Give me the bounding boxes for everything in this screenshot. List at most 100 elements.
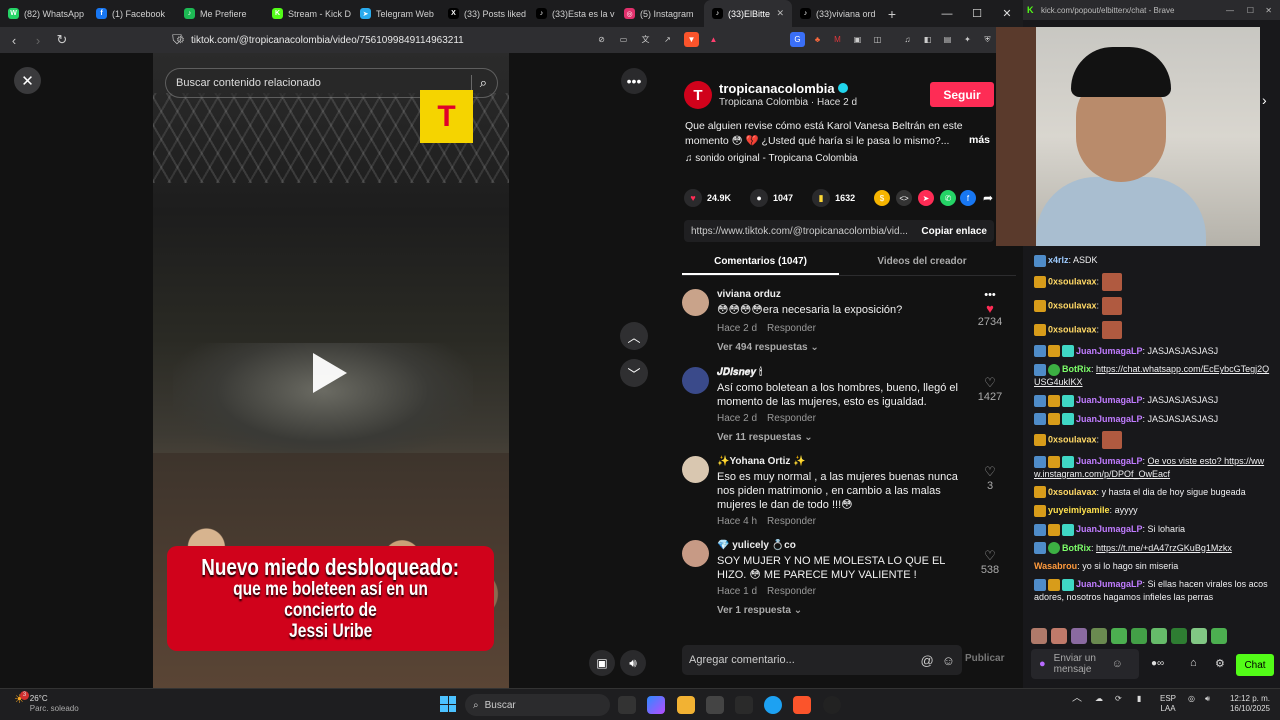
chat-username[interactable]: 0xsoulavax	[1048, 435, 1097, 445]
share-icon[interactable]: ↗	[660, 32, 675, 47]
reply-button[interactable]: Responder	[767, 586, 816, 597]
chat-username[interactable]: JuanJumagaLP	[1076, 524, 1143, 534]
comment-more-icon[interactable]: •••	[975, 289, 1005, 301]
edge-icon[interactable]	[764, 696, 782, 714]
play-icon[interactable]	[313, 353, 347, 393]
chat-username[interactable]: JuanJumagaLP	[1076, 395, 1143, 405]
more-text-link[interactable]: más	[969, 134, 990, 146]
emote[interactable]	[1091, 628, 1107, 644]
browser-tab[interactable]: f (1) Facebook	[88, 0, 176, 27]
chat-username[interactable]: Wasabrou	[1034, 561, 1077, 571]
network-icon[interactable]: ◎	[1188, 694, 1195, 704]
reply-button[interactable]: Responder	[767, 323, 816, 334]
volume-icon[interactable]: 🔊︎	[1205, 694, 1210, 704]
more-options-button[interactable]: •••	[621, 68, 647, 94]
reply-button[interactable]: Responder	[767, 516, 816, 527]
settings-icon[interactable]: ⚙	[1215, 657, 1225, 670]
extension-icon[interactable]: M	[830, 32, 845, 47]
close-window-button[interactable]: ✕	[1265, 6, 1272, 15]
back-icon[interactable]: ‹	[4, 30, 24, 50]
tray-overflow-icon[interactable]: ︿	[1072, 694, 1082, 704]
facebook-icon[interactable]: f	[960, 190, 976, 206]
floating-player-button[interactable]: ▣	[589, 650, 615, 676]
copy-link-button[interactable]: Copiar enlace	[921, 226, 987, 237]
language-indicator[interactable]: ESP LAA	[1160, 694, 1176, 714]
users-icon[interactable]: ●∞	[1151, 658, 1164, 669]
chat-username[interactable]: JuanJumagaLP	[1076, 414, 1143, 424]
comment-input[interactable]: Agregar comentario... @ ☺	[682, 645, 962, 675]
commenter-name[interactable]: viviana orduz	[717, 289, 781, 300]
browser-tab[interactable]: W (82) WhatsApp	[0, 0, 88, 27]
extension-icon[interactable]: G	[790, 32, 805, 47]
reload-icon[interactable]: ↻	[52, 30, 72, 50]
send-icon[interactable]: ➤	[918, 190, 934, 206]
chat-username[interactable]: 0xsoulavax	[1048, 324, 1097, 334]
send-chat-button[interactable]: Chat	[1236, 654, 1274, 676]
emote[interactable]	[1051, 628, 1067, 644]
chat-username[interactable]: x4rlz	[1048, 255, 1069, 265]
minimize-button[interactable]: —	[1226, 6, 1234, 15]
copilot-icon[interactable]	[647, 696, 665, 714]
previous-video-button[interactable]: ︿	[620, 322, 648, 350]
heart-icon[interactable]: ♥	[684, 189, 702, 207]
emote[interactable]	[1071, 628, 1087, 644]
wallet-icon[interactable]: ▤	[940, 32, 955, 47]
commenter-avatar[interactable]	[682, 540, 709, 567]
next-arrow-icon[interactable]: ›	[1262, 92, 1267, 108]
view-replies-button[interactable]: Ver 11 respuestas ⌄	[717, 432, 813, 443]
emote[interactable]	[1171, 628, 1187, 644]
author-avatar[interactable]: T	[684, 81, 712, 109]
heart-icon[interactable]: ♡	[975, 375, 1005, 391]
chat-username[interactable]: JuanJumagaLP	[1076, 346, 1143, 356]
chat-username[interactable]: BotRix	[1062, 364, 1091, 374]
comment-like[interactable]: ♡ 3	[975, 464, 1005, 492]
browser-tab[interactable]: ◎ (5) Instagram	[616, 0, 704, 27]
tab-creator-videos[interactable]: Videos del creador	[842, 256, 1002, 267]
chat-username[interactable]: 0xsoulavax	[1048, 300, 1097, 310]
browser-tab[interactable]: ♪ Me Prefiere	[176, 0, 264, 27]
view-replies-button[interactable]: Ver 1 respuesta ⌄	[717, 605, 802, 616]
search-icon[interactable]: ⌕	[470, 75, 487, 91]
commenter-avatar[interactable]	[682, 456, 709, 483]
browser-tab[interactable]: ➤ Telegram Web	[352, 0, 440, 27]
browser-tab[interactable]: K Stream - Kick D	[264, 0, 352, 27]
publish-button[interactable]: Publicar	[965, 653, 1004, 664]
chat-input[interactable]: ● Enviar un mensaje ☺	[1031, 649, 1139, 679]
emote[interactable]	[1111, 628, 1127, 644]
comment-like[interactable]: ••• ♥ 2734	[975, 289, 1005, 328]
maximize-button[interactable]: ☐	[1247, 6, 1254, 15]
url-field[interactable]: ⚙ tiktok.com/@tropicanacolombia/video/75…	[176, 31, 606, 49]
browser-tab[interactable]: X (33) Posts liked	[440, 0, 528, 27]
close-tab-icon[interactable]: ✕	[776, 8, 784, 19]
snipping-icon[interactable]	[735, 696, 753, 714]
start-icon[interactable]	[440, 696, 456, 712]
vpn-icon[interactable]: ⛨	[980, 32, 995, 47]
tab-comments[interactable]: Comentarios (1047)	[682, 256, 839, 275]
task-view-icon[interactable]	[618, 696, 636, 714]
share-arrow-icon[interactable]: ➦	[980, 190, 996, 206]
emote[interactable]	[1031, 628, 1047, 644]
commenter-name[interactable]: 💎 yulicely 💍co	[717, 540, 796, 551]
author-username[interactable]: tropicanacolombia	[719, 81, 848, 96]
tray-icon[interactable]: ☁	[1095, 694, 1103, 704]
taskbar-search[interactable]: ⌕ Buscar	[465, 694, 610, 716]
translate-icon[interactable]: 文	[638, 32, 653, 47]
brave-shield-icon[interactable]: ▼	[684, 32, 699, 47]
file-explorer-icon[interactable]	[677, 696, 695, 714]
comment-like[interactable]: ♡ 538	[975, 548, 1005, 576]
close-video-button[interactable]: ✕	[14, 67, 41, 94]
extension-icon[interactable]: ♣	[810, 32, 825, 47]
maximize-button[interactable]: ☐	[962, 0, 992, 27]
no-ads-icon[interactable]: ⊘	[594, 32, 609, 47]
store-icon[interactable]: ⌂	[1190, 657, 1197, 669]
emoji-icon[interactable]: ☺	[942, 653, 955, 668]
extension-icon[interactable]: ▣	[850, 32, 865, 47]
chat-text[interactable]: https://t.me/+dA47rzGKuBg1Mzkx	[1096, 543, 1232, 553]
commenter-name[interactable]: 𝑱𝑫𝒊𝒔𝒏𝒆𝒚 🕯	[717, 367, 762, 378]
commenter-avatar[interactable]	[682, 367, 709, 394]
emote[interactable]	[1131, 628, 1147, 644]
tray-icon[interactable]: ▮	[1137, 694, 1141, 704]
close-window-button[interactable]: ✕	[992, 0, 1022, 27]
brave-icon[interactable]	[793, 696, 811, 714]
chat-username[interactable]: JuanJumagaLP	[1076, 456, 1143, 466]
